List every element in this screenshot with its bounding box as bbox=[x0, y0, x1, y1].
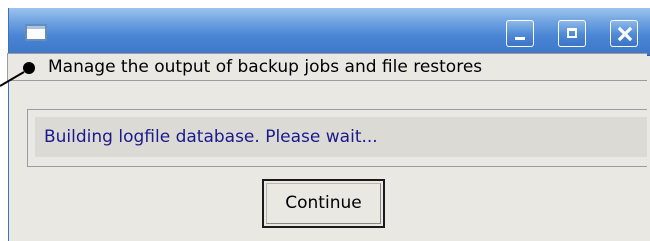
maximize-icon bbox=[567, 28, 577, 38]
window-app-icon bbox=[25, 24, 47, 41]
continue-button-label: Continue bbox=[285, 193, 362, 213]
minimize-icon bbox=[515, 37, 525, 40]
header-label: Manage the output of backup jobs and fil… bbox=[48, 57, 483, 77]
close-icon bbox=[617, 26, 633, 42]
status-message: Building logfile database. Please wait..… bbox=[44, 127, 378, 147]
title-bar[interactable] bbox=[9, 8, 650, 56]
minimize-button[interactable] bbox=[506, 20, 534, 47]
close-button[interactable] bbox=[610, 20, 638, 47]
annotation-pointer-dot bbox=[23, 62, 35, 74]
maximize-button[interactable] bbox=[558, 20, 586, 47]
continue-button[interactable]: Continue bbox=[262, 179, 385, 228]
